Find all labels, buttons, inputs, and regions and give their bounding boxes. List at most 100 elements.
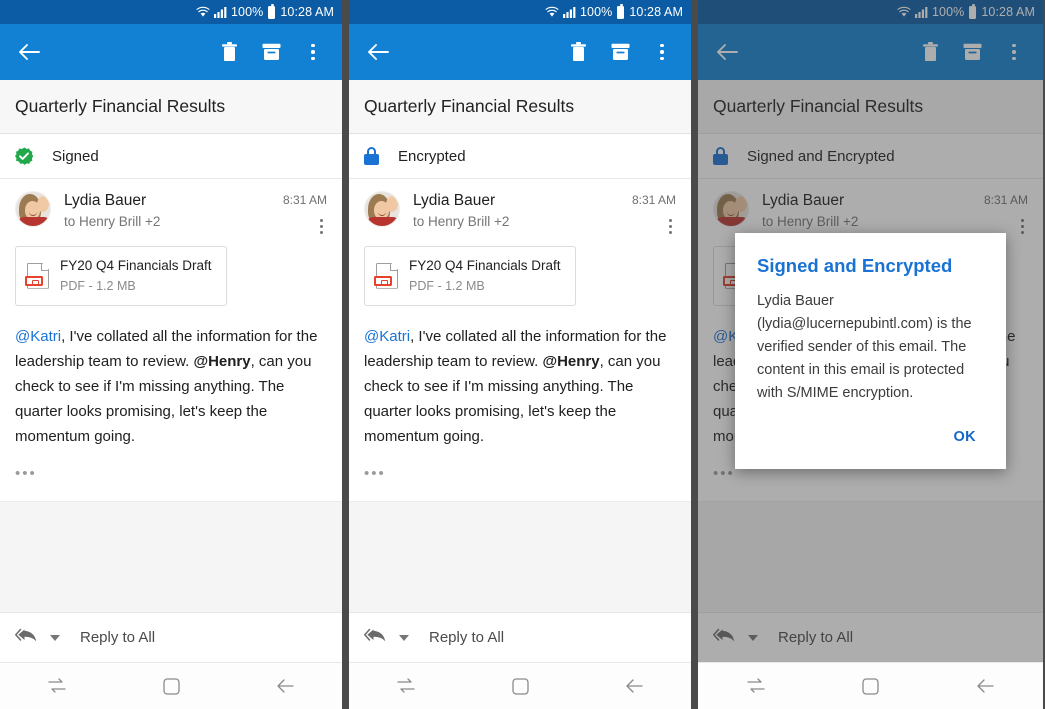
more-vertical-icon[interactable] (993, 30, 1035, 74)
app-toolbar (0, 24, 342, 80)
home-icon[interactable] (490, 664, 550, 708)
status-bar: 100% 10:28 AM (698, 0, 1043, 24)
android-nav-bar (698, 662, 1043, 709)
reply-bar[interactable]: Reply to All (0, 612, 342, 662)
attachment-text: FY20 Q4 Financials Draft PDF - 1.2 MB (60, 256, 212, 296)
back-icon[interactable] (255, 664, 315, 708)
page-title: Quarterly Financial Results (349, 80, 691, 134)
back-arrow-icon[interactable] (8, 30, 50, 74)
reply-all-icon[interactable] (713, 628, 739, 648)
recipients-label: to Henry Brill +2 (413, 213, 632, 231)
avatar (364, 191, 400, 227)
archive-icon[interactable] (599, 30, 641, 74)
attachment-meta: PDF - 1.2 MB (60, 279, 136, 293)
status-bar: 100% 10:28 AM (349, 0, 691, 24)
sender-row[interactable]: Lydia Bauer to Henry Brill +2 8:31 AM (0, 179, 342, 244)
battery-full-icon (268, 6, 275, 19)
message-more-vertical-icon[interactable] (1017, 217, 1028, 236)
attachment-meta: PDF - 1.2 MB (409, 279, 485, 293)
recents-icon[interactable] (27, 664, 87, 708)
battery-percent-label: 100% (231, 5, 263, 19)
recents-icon[interactable] (726, 664, 786, 708)
card-bottom-padding (0, 479, 342, 501)
wifi-icon (897, 6, 911, 18)
sender-info: Lydia Bauer to Henry Brill +2 (64, 191, 283, 231)
dialog-body: Lydia Bauer (lydia@lucernepubintl.com) i… (757, 290, 984, 405)
mention-katri[interactable]: @Katri (15, 328, 61, 345)
security-status-row[interactable]: Signed and Encrypted (698, 134, 1043, 179)
more-vertical-icon[interactable] (292, 30, 334, 74)
mention-katri[interactable]: @Katri (364, 328, 410, 345)
attachment-text: FY20 Q4 Financials Draft PDF - 1.2 MB (409, 256, 561, 296)
chevron-down-icon[interactable] (50, 635, 60, 641)
back-arrow-icon[interactable] (357, 30, 399, 74)
security-status-label: Signed (52, 148, 99, 165)
security-status-label: Encrypted (398, 148, 466, 165)
archive-icon[interactable] (250, 30, 292, 74)
reply-label: Reply to All (80, 629, 155, 646)
status-bar: 100% 10:28 AM (0, 0, 342, 24)
reply-label: Reply to All (429, 629, 504, 646)
page-title: Quarterly Financial Results (698, 80, 1043, 134)
cellular-signal-icon (563, 6, 576, 18)
security-status-row[interactable]: Encrypted (349, 134, 691, 179)
verified-seal-icon (15, 147, 33, 165)
pdf-file-icon (376, 263, 398, 289)
chevron-down-icon[interactable] (399, 635, 409, 641)
battery-percent-label: 100% (580, 5, 612, 19)
message-meta: 8:31 AM (984, 191, 1028, 236)
recipients-label: to Henry Brill +2 (762, 213, 984, 231)
trash-icon[interactable] (557, 30, 599, 74)
recents-icon[interactable] (376, 664, 436, 708)
sender-row[interactable]: Lydia Bauer to Henry Brill +2 8:31 AM (349, 179, 691, 244)
reply-bar[interactable]: Reply to All (349, 612, 691, 662)
panel-encrypted: 100% 10:28 AM Quarterly Financial Result… (349, 0, 691, 709)
ok-button[interactable]: OK (945, 423, 984, 451)
more-vertical-icon[interactable] (641, 30, 683, 74)
sender-name: Lydia Bauer (64, 191, 283, 211)
cellular-signal-icon (214, 6, 227, 18)
wifi-icon (545, 6, 559, 18)
wifi-icon (196, 6, 210, 18)
app-toolbar (698, 24, 1043, 80)
attachment-area: FY20 Q4 Financials Draft PDF - 1.2 MB (0, 244, 342, 306)
expand-quoted-text-button[interactable]: ••• (15, 469, 41, 479)
back-icon[interactable] (604, 664, 664, 708)
security-status-row[interactable]: Signed (0, 134, 342, 179)
attachment-area: FY20 Q4 Financials Draft PDF - 1.2 MB (349, 244, 691, 306)
panel-signed-and-encrypted: 100% 10:28 AM Quarterly Financial Result… (698, 0, 1043, 709)
message-more-vertical-icon[interactable] (665, 217, 676, 236)
back-arrow-icon[interactable] (706, 30, 748, 74)
attachment-chip[interactable]: FY20 Q4 Financials Draft PDF - 1.2 MB (15, 246, 227, 306)
message-time: 8:31 AM (632, 191, 676, 209)
clock-label: 10:28 AM (981, 5, 1035, 19)
security-info-dialog: Signed and Encrypted Lydia Bauer (lydia@… (735, 233, 1006, 469)
message-meta: 8:31 AM (283, 191, 327, 236)
back-icon[interactable] (956, 664, 1016, 708)
security-status-label: Signed and Encrypted (747, 148, 895, 165)
home-icon[interactable] (841, 664, 901, 708)
expand-quoted-text-button[interactable]: ••• (364, 469, 390, 479)
attachment-chip[interactable]: FY20 Q4 Financials Draft PDF - 1.2 MB (364, 246, 576, 306)
message-background (0, 502, 342, 612)
dialog-actions: OK (757, 405, 984, 459)
reply-all-icon[interactable] (364, 628, 390, 648)
sender-info: Lydia Bauer to Henry Brill +2 (413, 191, 632, 231)
reply-label: Reply to All (778, 629, 853, 646)
message-more-vertical-icon[interactable] (316, 217, 327, 236)
message-time: 8:31 AM (984, 191, 1028, 209)
avatar (713, 191, 749, 227)
reply-all-icon[interactable] (15, 628, 41, 648)
trash-icon[interactable] (909, 30, 951, 74)
home-icon[interactable] (141, 664, 201, 708)
trash-icon[interactable] (208, 30, 250, 74)
dialog-title: Signed and Encrypted (757, 255, 984, 277)
message-meta: 8:31 AM (632, 191, 676, 236)
android-nav-bar (349, 662, 691, 709)
reply-bar[interactable]: Reply to All (698, 612, 1043, 662)
archive-icon[interactable] (951, 30, 993, 74)
sender-name: Lydia Bauer (413, 191, 632, 211)
chevron-down-icon[interactable] (748, 635, 758, 641)
message-body: @Katri, I've collated all the informatio… (349, 306, 691, 453)
expand-quoted-text-button[interactable]: ••• (713, 469, 739, 479)
